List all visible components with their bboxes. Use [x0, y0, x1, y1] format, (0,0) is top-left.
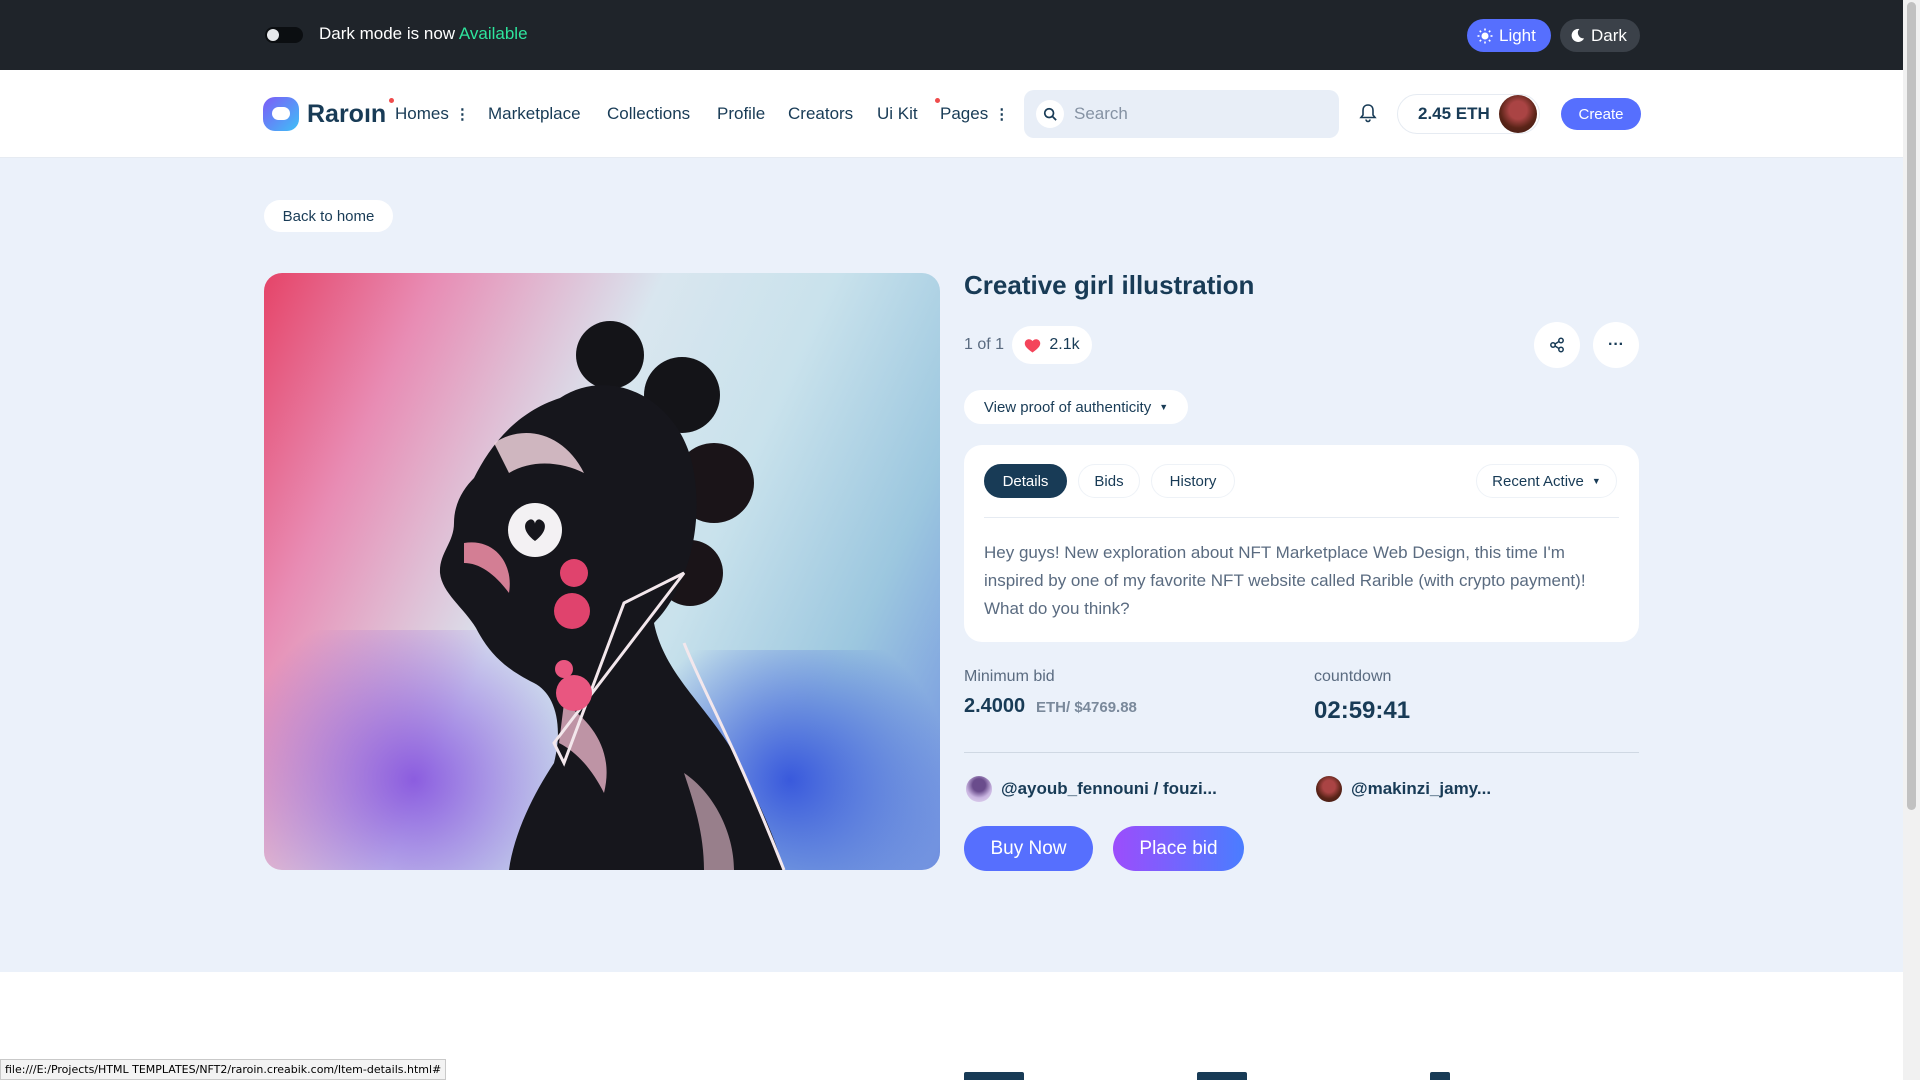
card-divider: [984, 517, 1619, 518]
nav-homes-label: Homes: [395, 104, 449, 123]
nav-homes[interactable]: Homes ⋮: [395, 104, 470, 124]
site-logo[interactable]: Raroın: [263, 97, 386, 131]
nav-pages-label: Pages: [940, 104, 989, 123]
share-button[interactable]: [1534, 322, 1580, 368]
creator-link[interactable]: @makinzi_jamy...: [1316, 776, 1491, 802]
notification-bell-icon[interactable]: [1359, 103, 1377, 123]
nav-pages[interactable]: Pages ⋮: [940, 104, 1009, 124]
below-fold-heading: [1430, 1072, 1450, 1080]
nav-creators-label: Creators: [788, 104, 854, 123]
nav-profile-label: Profile: [717, 104, 766, 123]
dark-mode-toggle[interactable]: [265, 27, 303, 43]
announcement-bar: Dark mode is now Available Light Dark: [0, 0, 1903, 70]
minimum-bid-value: 2.4000: [964, 695, 1026, 717]
tab-bids[interactable]: Bids: [1078, 464, 1140, 498]
announcement-message: Dark mode is now: [319, 24, 456, 43]
recent-active-dropdown[interactable]: Recent Active ▼: [1476, 464, 1617, 498]
tab-details[interactable]: Details: [984, 464, 1067, 498]
user-avatar[interactable]: [1499, 95, 1537, 133]
search-input[interactable]: [1074, 104, 1314, 124]
new-indicator-dot: [935, 98, 940, 103]
caret-down-icon: ▼: [1591, 476, 1601, 486]
logo-icon: [263, 97, 299, 131]
item-description: Hey guys! New exploration about NFT Mark…: [984, 543, 1586, 618]
like-count: 2.1k: [1049, 336, 1080, 353]
more-options-button[interactable]: ···: [1593, 322, 1639, 368]
like-button[interactable]: 2.1k: [1012, 326, 1092, 364]
site-header: Raroın Homes ⋮ Marketplace Collections Pr…: [0, 70, 1903, 158]
place-bid-button[interactable]: Place bid: [1113, 826, 1244, 871]
nav-collections[interactable]: Collections: [607, 104, 690, 124]
creator-handle: @makinzi_jamy...: [1351, 779, 1492, 798]
heart-icon: [1025, 338, 1041, 352]
new-indicator-dot: [389, 98, 394, 103]
nav-marketplace-label: Marketplace: [488, 104, 581, 123]
nav-ui-kit-label: Ui Kit: [877, 104, 918, 123]
minimum-bid-usd: ETH/ $4769.88: [1036, 699, 1137, 716]
countdown-label: countdown: [1314, 668, 1392, 685]
nav-creators[interactable]: Creators: [788, 104, 853, 124]
logo-text: Raroın: [307, 99, 387, 128]
search-icon[interactable]: [1036, 100, 1064, 128]
below-fold-heading: [964, 1072, 1024, 1080]
nav-profile[interactable]: Profile: [717, 104, 765, 124]
share-icon: [1550, 337, 1564, 353]
item-details-section: Back to home Creative girl illustration …: [0, 158, 1903, 972]
item-info-card: Details Bids History Recent Active ▼ Hey…: [964, 445, 1639, 642]
proof-label: View proof of authenticity: [983, 398, 1152, 416]
nav-ui-kit[interactable]: Ui Kit: [877, 104, 918, 124]
announcement-highlight: Available: [458, 24, 528, 43]
girl-silhouette-illustration: [439, 321, 786, 870]
nav-marketplace[interactable]: Marketplace: [488, 104, 581, 124]
wallet-balance-text: 2.45 ETH: [1418, 104, 1490, 123]
tab-history[interactable]: History: [1151, 464, 1235, 498]
buy-now-button[interactable]: Buy Now: [964, 826, 1093, 871]
nav-collections-label: Collections: [607, 104, 691, 123]
owner-link[interactable]: @ayoub_fennouni / fouzi...: [966, 776, 1217, 802]
search-bar: [1024, 90, 1339, 138]
section-divider: [964, 752, 1639, 753]
moon-icon: [1571, 28, 1585, 42]
caret-down-icon: ▼: [1159, 402, 1169, 412]
owner-handle: @ayoub_fennouni / fouzi...: [1001, 779, 1217, 798]
announcement-text: Dark mode is now Available: [319, 24, 528, 44]
wallet-balance[interactable]: 2.45 ETH: [1397, 94, 1540, 134]
creator-avatar: [1316, 776, 1342, 802]
light-mode-label: Light: [1499, 25, 1536, 45]
proof-of-authenticity-dropdown[interactable]: View proof of authenticity ▼: [964, 390, 1188, 424]
minimum-bid-label: Minimum bid: [964, 668, 1055, 685]
sun-icon: [1477, 28, 1493, 43]
countdown-timer: 02:59:41: [1314, 697, 1411, 724]
toggle-knob: [267, 29, 279, 41]
back-to-home-button[interactable]: Back to home: [264, 200, 393, 232]
create-button[interactable]: Create: [1561, 98, 1641, 130]
filter-label: Recent Active: [1492, 472, 1584, 490]
scrollbar-thumb[interactable]: [1907, 2, 1916, 810]
browser-status-bar: file:///E:/Projects/HTML TEMPLATES/NFT2/…: [0, 1059, 447, 1080]
below-fold-heading: [1197, 1072, 1247, 1080]
edition-count: 1 of 1: [964, 336, 1005, 353]
dark-mode-button[interactable]: Dark: [1560, 19, 1640, 52]
item-title: Creative girl illustration: [964, 270, 1255, 300]
owner-avatar: [966, 776, 992, 802]
nft-artwork-image: [264, 273, 940, 870]
more-icon: ⋮: [994, 106, 1010, 123]
dark-mode-label: Dark: [1591, 25, 1627, 45]
more-horizontal-icon: ···: [1608, 336, 1624, 353]
more-icon: ⋮: [454, 106, 470, 123]
light-mode-button[interactable]: Light: [1467, 19, 1551, 52]
page-scrollbar[interactable]: [1903, 0, 1920, 1080]
